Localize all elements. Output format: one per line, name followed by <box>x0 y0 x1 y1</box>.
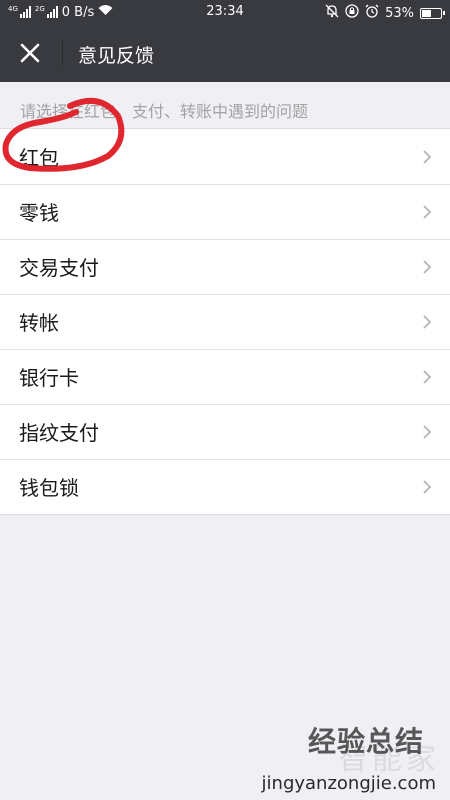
chevron-right-icon <box>423 315 432 329</box>
chevron-right-icon <box>423 205 432 219</box>
battery-percent: 53% <box>385 5 414 21</box>
watermark-brand: 经验总结 <box>308 720 424 760</box>
list-item-label: 零钱 <box>19 201 59 225</box>
list-item-lingqian[interactable]: 零钱 <box>0 184 450 239</box>
list-item-label: 钱包锁 <box>19 476 79 500</box>
status-right: 53% <box>325 4 445 22</box>
list-item-label: 交易支付 <box>19 256 99 280</box>
nav-divider <box>62 40 63 66</box>
page-title: 意见反馈 <box>78 45 155 67</box>
chevron-right-icon <box>423 150 432 164</box>
list-item-transfer[interactable]: 转帐 <box>0 294 450 349</box>
list-item-bank-card[interactable]: 银行卡 <box>0 349 450 404</box>
lock-rotation-icon <box>345 4 359 22</box>
problem-list: 红包 零钱 交易支付 转帐 银行卡 指纹支付 钱包锁 <box>0 128 450 515</box>
chevron-right-icon <box>423 480 432 494</box>
list-item-label: 银行卡 <box>19 366 79 390</box>
alarm-icon <box>365 4 379 22</box>
chevron-right-icon <box>423 370 432 384</box>
status-bar: 4G 2G 0 B/s 23:34 53% <box>0 0 450 24</box>
mute-bell-icon <box>325 4 339 22</box>
watermark-url: jingyanzongjie.com <box>261 773 436 794</box>
close-icon <box>20 43 40 63</box>
chevron-right-icon <box>423 425 432 439</box>
nav-bar: 意见反馈 <box>0 24 450 82</box>
list-item-label: 指纹支付 <box>19 421 99 445</box>
list-item-label: 转帐 <box>19 311 59 335</box>
close-button[interactable] <box>10 33 50 73</box>
red-circle-annotation <box>2 97 125 172</box>
chevron-right-icon <box>423 260 432 274</box>
battery-icon <box>420 7 445 19</box>
battery-fill <box>422 9 431 17</box>
list-item-trade-payment[interactable]: 交易支付 <box>0 239 450 294</box>
list-item-wallet-lock[interactable]: 钱包锁 <box>0 459 450 514</box>
watermark-brand-text: 经验总结 <box>307 725 424 758</box>
list-item-fingerprint-payment[interactable]: 指纹支付 <box>0 404 450 459</box>
